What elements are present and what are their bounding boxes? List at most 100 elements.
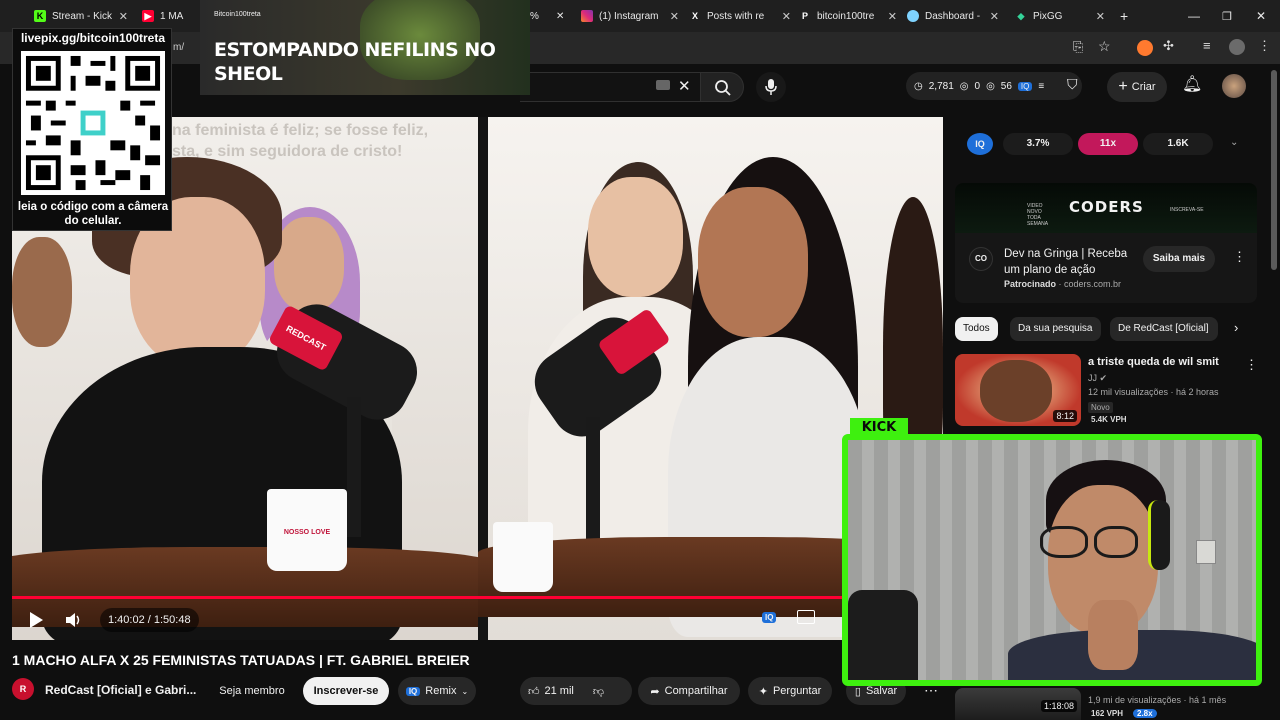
chevron-right-icon[interactable]: › <box>1234 320 1238 335</box>
light-switch <box>1196 540 1216 564</box>
browser-tab-strip: K Stream - Kick ✕ ▶ 1 MA % ✕ (1) Instagr… <box>0 0 1280 32</box>
tab-dashboard[interactable]: Dashboard - ✕ <box>907 0 1001 32</box>
video-meta: 12 mil visualizações · há 2 horas <box>1088 387 1219 397</box>
ad-cta-button[interactable]: Saiba mais <box>1143 246 1215 272</box>
browser-menu-icon[interactable]: ⋮ <box>1258 38 1271 54</box>
create-button[interactable]: + Criar <box>1107 72 1167 102</box>
video-thumbnail[interactable]: 1:18:08 <box>955 688 1081 720</box>
join-button[interactable]: Seja membro <box>206 677 298 705</box>
search-icon <box>715 80 731 96</box>
close-icon[interactable]: ✕ <box>119 10 128 23</box>
iq-icon[interactable]: IQ <box>1017 81 1033 91</box>
iq-icon[interactable]: IQ <box>762 612 777 623</box>
close-icon[interactable]: ✕ <box>1096 10 1105 23</box>
more-options-icon[interactable]: ⋮ <box>1245 357 1258 373</box>
video-thumbnail[interactable]: 8:12 <box>955 354 1081 426</box>
cast-icon[interactable]: ⎘ <box>1073 39 1083 55</box>
video-progress-fill <box>12 596 850 599</box>
iq-icon: IQ <box>405 686 421 696</box>
ask-button[interactable]: ✦ Perguntar <box>748 677 832 705</box>
search-input[interactable]: ✕ <box>520 72 700 102</box>
more-options-icon[interactable]: ⋮ <box>1233 249 1246 265</box>
extensions-puzzle-icon[interactable]: ✣ <box>1163 38 1174 54</box>
share-icon: ➦ <box>650 685 660 698</box>
glasses-right <box>1094 526 1138 558</box>
tab-partial[interactable]: % <box>530 0 542 32</box>
vph-badge: 162 VPH <box>1091 709 1124 718</box>
dislike-icon[interactable]: 👎︎ <box>593 685 604 698</box>
instagram-icon <box>581 10 593 22</box>
play-icon[interactable] <box>28 611 44 629</box>
chevron-down-icon: ⌄ <box>461 686 469 696</box>
channel-avatar[interactable]: R <box>12 678 34 700</box>
new-tab-button[interactable]: + <box>1120 0 1134 32</box>
maximize-icon[interactable]: ❐ <box>1222 0 1234 32</box>
voice-search-button[interactable] <box>756 72 786 102</box>
eye-icon: ◎ <box>986 80 995 92</box>
chip-from-search[interactable]: Da sua pesquisa <box>1010 317 1101 341</box>
like-count[interactable]: 21 mil <box>545 685 574 697</box>
like-dislike-group: 👍︎ 21 mil 👎︎ <box>520 677 632 705</box>
video-title[interactable]: a triste queda de wil smit <box>1088 356 1219 368</box>
streamer-facecam <box>842 434 1262 686</box>
kick-icon: K <box>34 10 46 22</box>
close-icon[interactable]: ✕ <box>670 10 679 23</box>
page-scrollbar[interactable] <box>1271 70 1277 270</box>
tab-bitcoin100treta[interactable]: P bitcoin100tre ✕ <box>799 0 899 32</box>
close-icon[interactable]: ✕ <box>556 0 568 32</box>
subscribe-button[interactable]: Inscrever-se <box>303 677 389 705</box>
notifications-bell-icon[interactable]: 🔔︎ <box>1182 74 1202 94</box>
filter-icon[interactable]: ⛉ <box>1067 76 1078 93</box>
advertiser-avatar: CO <box>969 247 993 271</box>
youtube-icon: ▶ <box>142 10 154 22</box>
close-icon[interactable]: ✕ <box>990 10 999 23</box>
minimize-icon[interactable]: — <box>1188 0 1200 32</box>
vph-badge: 5.4K VPH <box>1091 415 1127 424</box>
ad-meta: Patrocinado · coders.com.br <box>1004 279 1122 289</box>
iq-metric-2: 11x <box>1078 133 1138 155</box>
captions-icon[interactable] <box>797 610 815 624</box>
iq-metric-1: 3.7% <box>1003 133 1073 155</box>
keyboard-icon[interactable] <box>656 80 670 90</box>
qr-code-icon <box>21 51 165 195</box>
account-avatar[interactable] <box>1222 74 1246 98</box>
chevron-down-icon[interactable]: ⌄ <box>1230 137 1238 148</box>
new-badge: Novo <box>1088 402 1113 413</box>
tab-instagram[interactable]: (1) Instagram ✕ <box>581 0 681 32</box>
video-duration: 8:12 <box>1053 410 1077 422</box>
like-icon[interactable]: 👍︎ <box>528 685 540 698</box>
video-duration: 1:18:08 <box>1040 700 1077 712</box>
bookmark-icon: ▯ <box>854 685 861 698</box>
mic-stand <box>347 397 361 537</box>
remix-button[interactable]: IQ Remix ⌄ <box>398 677 476 705</box>
clock-icon: ◷ <box>914 80 923 92</box>
list-icon[interactable]: ≡ <box>1038 81 1044 92</box>
ad-banner: VIDEO NOVO TODA SEMANA CODERS INSCREVA-S… <box>955 183 1257 233</box>
volume-icon[interactable] <box>64 611 84 629</box>
bookmark-star-icon[interactable]: ☆ <box>1098 38 1111 55</box>
close-icon[interactable]: ✕ <box>782 10 791 23</box>
qr-code-image <box>21 51 165 195</box>
tab-pixgg[interactable]: ◆ PixGG ✕ <box>1015 0 1107 32</box>
video-channel[interactable]: JJ ✔︎ <box>1088 373 1107 384</box>
iq-icon[interactable]: IQ <box>967 133 993 155</box>
url-fragment[interactable]: m/ <box>173 42 184 53</box>
person-background-head <box>274 217 344 312</box>
person-speaker-head <box>698 187 808 337</box>
search-button[interactable] <box>700 72 744 102</box>
chip-from-channel[interactable]: De RedCast [Oficial] <box>1110 317 1218 341</box>
profile-avatar[interactable] <box>1229 39 1245 55</box>
tab-x-posts[interactable]: X Posts with re ✕ <box>689 0 793 32</box>
share-button[interactable]: ➦ Compartilhar <box>638 677 740 705</box>
channel-name[interactable]: RedCast [Oficial] e Gabri... <box>45 683 196 697</box>
media-controls-icon[interactable]: ≡ <box>1203 38 1211 53</box>
close-icon[interactable]: ✕ <box>888 10 897 23</box>
p-icon: P <box>801 11 808 21</box>
window-close-icon[interactable]: ✕ <box>1256 0 1268 32</box>
chip-all[interactable]: Todos <box>955 317 998 341</box>
person-blonde-head <box>588 177 683 297</box>
banner-title: ESTOMPANDO NEFILINS NO SHEOL <box>214 39 496 85</box>
extension-icon[interactable] <box>1137 40 1153 56</box>
clear-search-icon[interactable]: ✕ <box>678 77 691 95</box>
sponsored-ad-card[interactable]: VIDEO NOVO TODA SEMANA CODERS INSCREVA-S… <box>955 183 1257 303</box>
